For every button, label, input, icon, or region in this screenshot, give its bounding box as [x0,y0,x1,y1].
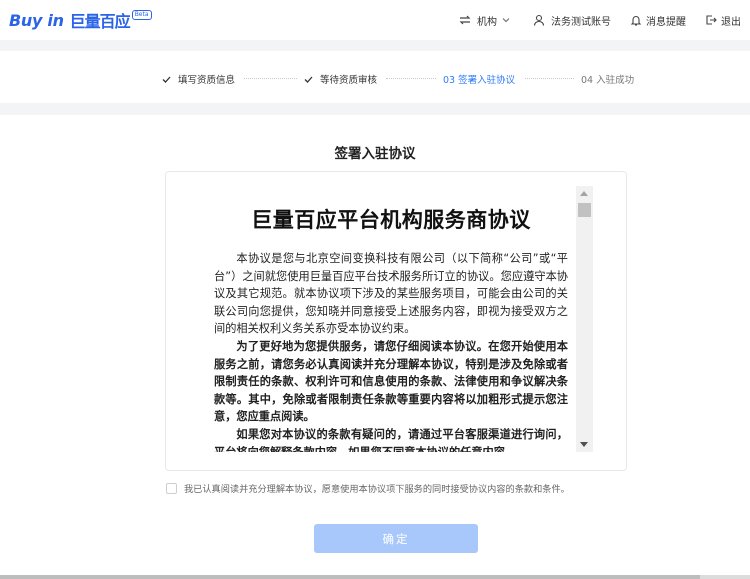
logo-text-cn: 巨量百应 [69,12,131,31]
scroll-down-arrow-icon[interactable] [580,442,588,447]
logout-label: 退出 [721,16,741,28]
scrollbar-thumb[interactable] [0,575,700,579]
top-header: Buy in 巨量百应 Beta 机构 法务测试账号 消息提醒 退出 [0,0,750,40]
step-label: 填写资质信息 [178,75,236,86]
agreement-content[interactable]: 巨量百应平台机构服务商协议 本协议是您与北京空间变换科技有限公司（以下简称“公司… [206,192,576,452]
switch-icon [459,14,471,26]
institution-label: 机构 [477,16,497,28]
institution-switcher[interactable]: 机构 [459,0,510,40]
step-label: 04 入驻成功 [581,75,635,86]
agreement-paragraph: 为了更好地为您提供服务，请您仔细阅读本协议。在您开始使用本服务之前，请您务必认真… [214,339,568,424]
agreement-box: 巨量百应平台机构服务商协议 本协议是您与北京空间变换科技有限公司（以下简称“公司… [165,171,627,471]
bell-icon [630,14,642,26]
step-fill-qualification: 填写资质信息 [162,72,235,86]
messages-link[interactable]: 消息提醒 [630,0,686,40]
agreement-paragraph: 如果您对本协议的条款有疑问的，请通过平台客服渠道进行询问，平台将向您解释条款内容… [214,427,568,452]
step-connector [525,78,574,79]
chevron-down-icon [502,16,510,24]
agreement-paragraph: 本协议是您与北京空间变换科技有限公司（以下简称“公司”或“平台”）之间就您使用巨… [214,252,568,336]
logout-link[interactable]: 退出 [705,0,741,40]
step-connector [386,78,436,79]
logout-icon [705,14,717,26]
scroll-up-arrow-icon[interactable] [580,191,588,196]
consent-checkbox[interactable] [166,482,177,494]
consent-row[interactable]: 我已认真阅读并充分理解本协议，愿意使用本协议项下服务的同时接受协议内容的条款和条… [166,481,570,495]
confirm-button[interactable]: 确定 [314,524,478,553]
step-await-review: 等待资质审核 [304,72,377,86]
progress-steps: 填写资质信息 等待资质审核 03 签署入驻协议 04 入驻成功 [0,51,750,103]
beta-badge: Beta [131,10,152,20]
scrollbar-thumb[interactable] [578,203,591,217]
user-icon [533,14,545,26]
page-title: 签署入驻协议 [334,146,416,162]
agreement-title: 巨量百应平台机构服务商协议 [251,208,531,232]
brand-logo[interactable]: Buy in 巨量百应 Beta [9,8,152,32]
step-sign-agreement: 03 签署入驻协议 [443,72,515,86]
logo-text-en: Buy in [9,10,64,30]
step-success: 04 入驻成功 [581,72,634,86]
step-connector [244,78,297,79]
check-icon [304,75,313,84]
check-icon [162,75,171,84]
consent-text: 我已认真阅读并充分理解本协议，愿意使用本协议项下服务的同时接受协议内容的条款和条… [184,484,570,495]
agreement-scrollbar[interactable] [576,186,593,452]
messages-label: 消息提醒 [646,16,686,28]
main-panel: 签署入驻协议 巨量百应平台机构服务商协议 本协议是您与北京空间变换科技有限公司（… [0,115,750,575]
step-label: 等待资质审核 [320,75,378,86]
account-menu[interactable]: 法务测试账号 [533,0,611,40]
account-name: 法务测试账号 [551,16,611,28]
step-label: 03 签署入驻协议 [443,75,516,86]
page-horizontal-scrollbar[interactable] [0,575,750,579]
